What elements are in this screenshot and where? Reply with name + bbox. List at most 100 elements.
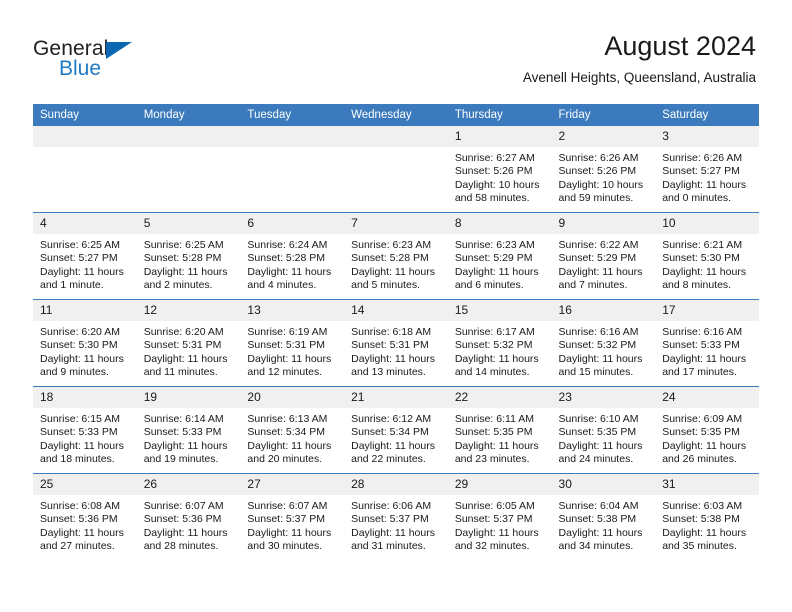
calendar-day-cell[interactable]: 12 Sunrise: 6:20 AM Sunset: 5:31 PM Dayligh…	[136, 299, 241, 387]
calendar-day-cell[interactable]: 14 Sunrise: 6:18 AM Sunset: 5:31 PM Dayligh…	[344, 299, 448, 387]
daylight-duration: Daylight: 11 hours and 34 minutes.	[558, 526, 643, 553]
sunrise-time: Sunrise: 6:27 AM	[454, 152, 535, 164]
calendar-day-cell[interactable]: 29 Sunrise: 6:05 AM Sunset: 5:37 PM Dayligh…	[447, 473, 552, 560]
day-number: 21	[344, 387, 448, 408]
sunset-time: Sunset: 5:35 PM	[558, 426, 637, 439]
sunset-time: Sunset: 5:31 PM	[143, 339, 222, 352]
calendar-day-cell[interactable]: 22 Sunrise: 6:11 AM Sunset: 5:35 PM Dayligh…	[447, 386, 552, 474]
day-details: Sunrise: 6:05 AM Sunset: 5:37 PM Daylight:…	[448, 495, 552, 554]
day-number: 23	[551, 387, 656, 408]
calendar-day-cell[interactable]: 13 Sunrise: 6:19 AM Sunset: 5:31 PM Dayligh…	[240, 299, 345, 387]
sunrise-time: Sunrise: 6:23 AM	[351, 239, 432, 251]
sunset-time: Sunset: 5:33 PM	[40, 426, 118, 439]
daylight-duration: Daylight: 11 hours and 18 minutes.	[40, 439, 124, 466]
calendar-cell-empty	[344, 126, 448, 213]
calendar-day-cell[interactable]: 11 Sunrise: 6:20 AM Sunset: 5:30 PM Dayligh…	[33, 299, 137, 387]
sunset-time: Sunset: 5:33 PM	[662, 339, 740, 352]
calendar-day-cell[interactable]: 20 Sunrise: 6:13 AM Sunset: 5:34 PM Dayligh…	[240, 386, 345, 474]
calendar-day-cell[interactable]: 18 Sunrise: 6:15 AM Sunset: 5:33 PM Dayligh…	[33, 386, 137, 474]
calendar-day-cell[interactable]: 27 Sunrise: 6:07 AM Sunset: 5:37 PM Dayligh…	[240, 473, 345, 560]
sunset-time: Sunset: 5:32 PM	[454, 339, 533, 352]
weekday-header-thursday: Thursday	[447, 104, 552, 126]
calendar-day-cell[interactable]: 10 Sunrise: 6:21 AM Sunset: 5:30 PM Dayligh…	[655, 212, 759, 300]
day-details: Sunrise: 6:12 AM Sunset: 5:34 PM Daylight:…	[344, 408, 448, 467]
sunrise-time: Sunrise: 6:11 AM	[454, 413, 534, 425]
day-number: 8	[447, 213, 552, 234]
daylight-duration: Daylight: 10 hours and 59 minutes.	[558, 178, 644, 205]
sunset-time: Sunset: 5:32 PM	[558, 339, 637, 352]
calendar-day-cell[interactable]: 15 Sunrise: 6:17 AM Sunset: 5:32 PM Dayligh…	[447, 299, 552, 387]
day-number: 25	[33, 474, 137, 495]
calendar-day-cell[interactable]: 23 Sunrise: 6:10 AM Sunset: 5:35 PM Dayligh…	[551, 386, 656, 474]
day-number: 13	[240, 300, 345, 321]
day-number: 14	[344, 300, 448, 321]
calendar-day-cell[interactable]: 9 Sunrise: 6:22 AM Sunset: 5:29 PM Daylight…	[551, 212, 656, 300]
calendar-day-cell[interactable]: 5 Sunrise: 6:25 AM Sunset: 5:28 PM Daylight…	[136, 212, 241, 300]
weekday-header-saturday: Saturday	[655, 104, 759, 126]
sunset-time: Sunset: 5:38 PM	[558, 513, 637, 526]
day-details: Sunrise: 6:16 AM Sunset: 5:33 PM Daylight:…	[655, 321, 759, 380]
day-number: 24	[655, 387, 759, 408]
calendar-day-cell[interactable]: 17 Sunrise: 6:16 AM Sunset: 5:33 PM Dayligh…	[655, 299, 759, 387]
calendar-body: 1 Sunrise: 6:27 AM Sunset: 5:26 PM Daylight…	[33, 126, 759, 560]
day-details: Sunrise: 6:21 AM Sunset: 5:30 PM Daylight:…	[655, 234, 759, 293]
day-number: 30	[551, 474, 656, 495]
calendar-day-cell[interactable]: 25 Sunrise: 6:08 AM Sunset: 5:36 PM Dayligh…	[33, 473, 137, 560]
calendar-day-cell[interactable]: 21 Sunrise: 6:12 AM Sunset: 5:34 PM Dayligh…	[344, 386, 448, 474]
day-details: Sunrise: 6:13 AM Sunset: 5:34 PM Daylight:…	[240, 408, 344, 467]
calendar-day-cell[interactable]: 30 Sunrise: 6:04 AM Sunset: 5:38 PM Dayligh…	[551, 473, 656, 560]
daylight-duration: Daylight: 11 hours and 24 minutes.	[558, 439, 643, 466]
page-title: August 2024	[604, 31, 756, 61]
weekday-header-wednesday: Wednesday	[344, 104, 448, 126]
calendar-day-cell[interactable]: 1 Sunrise: 6:27 AM Sunset: 5:26 PM Daylight…	[447, 126, 552, 213]
day-details: Sunrise: 6:26 AM Sunset: 5:27 PM Daylight:…	[655, 147, 759, 206]
calendar-day-cell[interactable]: 16 Sunrise: 6:16 AM Sunset: 5:32 PM Dayligh…	[551, 299, 656, 387]
calendar-day-cell[interactable]: 3 Sunrise: 6:26 AM Sunset: 5:27 PM Daylight…	[655, 126, 759, 213]
calendar-day-cell[interactable]: 24 Sunrise: 6:09 AM Sunset: 5:35 PM Dayligh…	[655, 386, 759, 474]
generalblue-logo[interactable]: General Blue	[33, 37, 173, 85]
sunset-time: Sunset: 5:30 PM	[40, 339, 118, 352]
calendar-day-cell[interactable]: 28 Sunrise: 6:06 AM Sunset: 5:37 PM Dayligh…	[344, 473, 448, 560]
sunset-time: Sunset: 5:29 PM	[558, 252, 637, 265]
sunrise-time: Sunrise: 6:03 AM	[662, 500, 743, 512]
day-number: 4	[33, 213, 137, 234]
calendar-day-cell[interactable]: 19 Sunrise: 6:14 AM Sunset: 5:33 PM Dayligh…	[136, 386, 241, 474]
day-number: 5	[136, 213, 241, 234]
daylight-duration: Daylight: 11 hours and 15 minutes.	[558, 352, 643, 379]
calendar-day-cell[interactable]: 26 Sunrise: 6:07 AM Sunset: 5:36 PM Dayligh…	[136, 473, 241, 560]
day-details: Sunrise: 6:04 AM Sunset: 5:38 PM Daylight:…	[552, 495, 656, 554]
sunset-time: Sunset: 5:27 PM	[662, 165, 740, 178]
day-number: 2	[551, 126, 656, 147]
sunset-time: Sunset: 5:26 PM	[558, 165, 637, 178]
daylight-duration: Daylight: 11 hours and 0 minutes.	[662, 178, 747, 205]
daylight-duration: Daylight: 11 hours and 32 minutes.	[454, 526, 539, 553]
sunrise-time: Sunrise: 6:23 AM	[454, 239, 535, 251]
calendar-day-cell[interactable]: 7 Sunrise: 6:23 AM Sunset: 5:28 PM Daylight…	[344, 212, 448, 300]
sunset-time: Sunset: 5:36 PM	[40, 513, 118, 526]
daylight-duration: Daylight: 10 hours and 58 minutes.	[454, 178, 540, 205]
calendar-day-cell[interactable]: 4 Sunrise: 6:25 AM Sunset: 5:27 PM Daylight…	[33, 212, 137, 300]
day-details: Sunrise: 6:11 AM Sunset: 5:35 PM Daylight:…	[448, 408, 552, 467]
sunrise-time: Sunrise: 6:14 AM	[143, 413, 224, 425]
sunrise-time: Sunrise: 6:25 AM	[40, 239, 120, 251]
day-number: 10	[655, 213, 759, 234]
calendar-day-cell[interactable]: 2 Sunrise: 6:26 AM Sunset: 5:26 PM Daylight…	[551, 126, 656, 213]
sunset-time: Sunset: 5:34 PM	[247, 426, 326, 439]
day-details: Sunrise: 6:14 AM Sunset: 5:33 PM Daylight:…	[137, 408, 241, 467]
weekday-header-monday: Monday	[136, 104, 241, 126]
day-details: Sunrise: 6:15 AM Sunset: 5:33 PM Daylight:…	[33, 408, 137, 467]
sunrise-time: Sunrise: 6:05 AM	[454, 500, 535, 512]
calendar-day-cell[interactable]: 31 Sunrise: 6:03 AM Sunset: 5:38 PM Dayligh…	[655, 473, 759, 560]
day-number: 28	[344, 474, 448, 495]
day-details: Sunrise: 6:06 AM Sunset: 5:37 PM Daylight:…	[344, 495, 448, 554]
sunset-time: Sunset: 5:36 PM	[143, 513, 222, 526]
logo-triangle-icon	[106, 42, 132, 59]
daylight-duration: Daylight: 11 hours and 4 minutes.	[247, 265, 332, 292]
sunrise-time: Sunrise: 6:26 AM	[662, 152, 743, 164]
sunset-time: Sunset: 5:38 PM	[662, 513, 740, 526]
calendar-cell-empty	[33, 126, 137, 213]
calendar-day-cell[interactable]: 6 Sunrise: 6:24 AM Sunset: 5:28 PM Daylight…	[240, 212, 345, 300]
sunrise-time: Sunrise: 6:18 AM	[351, 326, 432, 338]
sunrise-time: Sunrise: 6:20 AM	[143, 326, 224, 338]
calendar-day-cell[interactable]: 8 Sunrise: 6:23 AM Sunset: 5:29 PM Daylight…	[447, 212, 552, 300]
